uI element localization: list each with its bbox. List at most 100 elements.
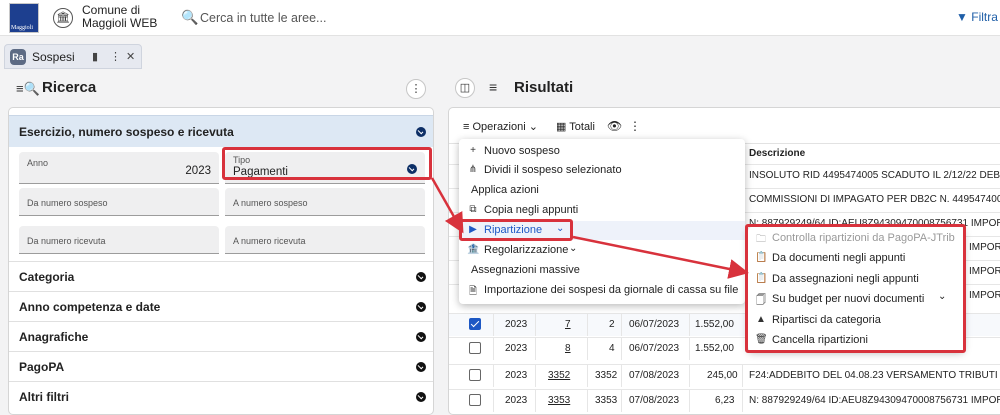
cell-data: 07/08/2023 <box>629 370 680 381</box>
cell-numero-link[interactable]: 8 <box>565 343 571 354</box>
menu-item-label: Regolarizzazione <box>484 244 569 256</box>
section-anno-competenza[interactable]: Anno competenza e date <box>9 291 433 321</box>
section-categoria[interactable]: Categoria <box>9 261 433 291</box>
operazioni-button[interactable]: ≡ Operazioni ⌄ <box>463 120 538 133</box>
cell-descrizione: IMPORTO <box>969 290 1000 301</box>
submenu-item-cancella[interactable]: 🗑 Cancella ripartizioni <box>748 330 964 350</box>
search-panel-title: Ricerca <box>42 79 97 96</box>
submenu-item-su-budget[interactable]: 🗍 Su budget per nuovi documenti ⌄ <box>748 289 964 309</box>
menu-item-label: Ripartizione <box>484 224 543 236</box>
cell-descrizione: COMMISSIONI DI IMPAGATO PER DB2C N. 4495… <box>749 194 1000 205</box>
table-row[interactable]: 2023 3353 3353 07/08/2023 6,23 N: 887929… <box>449 389 1000 412</box>
cell-ricevuta: 3353 <box>595 395 618 406</box>
eye-icon[interactable]: 👁 <box>607 119 622 133</box>
collapse-icon[interactable] <box>416 127 426 137</box>
totali-label: Totali <box>569 121 595 133</box>
menu-icon: ≡ <box>463 121 470 133</box>
section-label: Altri filtri <box>19 390 69 404</box>
menu-item-label: Da assegnazioni negli appunti <box>772 273 919 285</box>
clipboard-icon: 📋 <box>755 273 768 284</box>
expand-icon <box>416 302 426 312</box>
field-placeholder: Da numero ricevuta <box>27 236 106 246</box>
cell-numero-link[interactable]: 3353 <box>548 395 570 406</box>
cell-numero-link[interactable]: 3352 <box>548 370 570 381</box>
search-list-icon: ≡🔍 <box>16 81 40 96</box>
totali-button[interactable]: ▦ Totali <box>556 120 595 133</box>
row-checkbox[interactable] <box>469 318 481 330</box>
expand-icon <box>416 392 426 402</box>
menu-item-assegnazioni[interactable]: Assegnazioni massive <box>459 261 745 280</box>
chevron-down-icon: ⌄ <box>938 291 947 302</box>
distribute-icon: ▶ <box>469 224 477 235</box>
tipo-select[interactable]: Tipo Pagamenti <box>225 152 425 184</box>
tab-app-badge: Ra <box>10 49 26 65</box>
global-search-input[interactable] <box>200 6 800 30</box>
dropdown-icon <box>407 164 417 174</box>
menu-item-regolarizzazione[interactable]: 🏦 Regolarizzazione ⌄ <box>459 241 745 260</box>
chevron-down-icon: ⌄ <box>569 243 578 254</box>
menu-item-label: Copia negli appunti <box>484 204 579 216</box>
search-panel-more-button[interactable]: ⋮ <box>406 79 426 99</box>
chevron-down-icon: ⌄ <box>528 121 538 133</box>
bookmark-icon[interactable]: ▮ <box>92 50 98 63</box>
section-header-esercizio[interactable]: Esercizio, numero sospeso e ricevuta <box>9 115 433 147</box>
menu-item-nuovo-sospeso[interactable]: + Nuovo sospeso <box>459 142 745 161</box>
filter-button[interactable]: ▼ Filtra <box>956 10 998 24</box>
submenu-item-da-documenti[interactable]: 📋 Da documenti negli appunti <box>748 248 964 268</box>
section-altri-filtri[interactable]: Altri filtri <box>9 381 433 411</box>
operazioni-label: Operazioni <box>472 121 526 133</box>
column-header-descrizione[interactable]: Descrizione <box>749 148 805 159</box>
import-file-icon: 🗎 <box>468 286 478 297</box>
maggioli-logo[interactable]: Maggioli <box>9 3 39 33</box>
plus-icon: + <box>470 145 476 156</box>
town-hall-icon: 🏛 <box>53 8 73 28</box>
toggle-panel-button[interactable]: ◫ <box>455 78 475 98</box>
section-anagrafiche[interactable]: Anagrafiche <box>9 321 433 351</box>
cell-importo: 245,00 <box>707 370 738 381</box>
tab-sospesi[interactable]: Ra Sospesi ▮ ⋮ ✕ <box>4 44 142 69</box>
menu-item-ripartizione[interactable]: ▶ Ripartizione ⌄ <box>459 221 745 240</box>
anno-field[interactable]: Anno 2023 <box>19 152 219 184</box>
a-numero-ricevuta-field[interactable]: A numero ricevuta <box>225 226 425 254</box>
tab-more-icon[interactable]: ⋮ <box>110 50 121 63</box>
a-numero-sospeso-field[interactable]: A numero sospeso <box>225 188 425 216</box>
table-row[interactable]: 2023 3352 3352 07/08/2023 245,00 F24:ADD… <box>449 364 1000 387</box>
category-icon: ▲ <box>756 314 766 325</box>
row-checkbox[interactable] <box>469 394 481 406</box>
bank-icon: 🏦 <box>467 244 480 255</box>
tab-close-icon[interactable]: ✕ <box>126 50 135 63</box>
cell-anno: 2023 <box>505 319 528 330</box>
cell-numero-link[interactable]: 7 <box>565 319 571 330</box>
field-placeholder: A numero sospeso <box>233 198 308 208</box>
expand-icon <box>416 272 426 282</box>
search-icon: 🔍 <box>181 9 199 25</box>
submenu-item-controlla: 🗀 Controlla ripartizioni da PagoPA-JTrib <box>748 228 964 248</box>
cell-descrizione: N: 887929249/64 ID:AEU8Z9430947000875673… <box>749 395 1000 406</box>
menu-item-copia[interactable]: ⧉ Copia negli appunti <box>459 201 745 220</box>
trash-icon: 🗑 <box>755 334 768 345</box>
row-checkbox[interactable] <box>469 342 481 354</box>
section-pagopa[interactable]: PagoPA <box>9 351 433 381</box>
da-numero-ricevuta-field[interactable]: Da numero ricevuta <box>19 226 219 254</box>
menu-item-importazione[interactable]: 🗎 Importazione dei sospesi da giornale di… <box>459 281 745 300</box>
toolbar-more-icon[interactable]: ⋮ <box>629 119 641 133</box>
section-label: Categoria <box>19 270 75 284</box>
menu-item-dividi[interactable]: ⋔ Dividi il sospeso selezionato <box>459 161 745 180</box>
submenu-item-da-assegnazioni[interactable]: 📋 Da assegnazioni negli appunti <box>748 269 964 289</box>
cell-importo: 1.552,00 <box>695 343 734 354</box>
submenu-item-ripartisci-categoria[interactable]: ▲ Ripartisci da categoria <box>748 310 964 330</box>
cell-descrizione: IMPORTO <box>969 242 1000 253</box>
cell-descrizione: INSOLUTO RID 4495474005 SCADUTO IL 2/12/… <box>749 170 1000 181</box>
menu-item-label: Dividi il sospeso selezionato <box>484 164 622 176</box>
anno-value: 2023 <box>185 165 211 177</box>
menu-item-applica-azioni[interactable]: Applica azioni <box>459 181 745 200</box>
da-numero-sospeso-field[interactable]: Da numero sospeso <box>19 188 219 216</box>
section-label: PagoPA <box>19 360 65 374</box>
menu-item-label: Su budget per nuovi documenti <box>772 293 925 305</box>
copy-icon: ⧉ <box>469 204 477 215</box>
search-panel: Esercizio, numero sospeso e ricevuta Ann… <box>8 107 434 415</box>
row-checkbox[interactable] <box>469 369 481 381</box>
anno-label: Anno <box>27 158 49 168</box>
app-title: Comune di Maggioli WEB <box>82 3 158 30</box>
filter-label: Filtra <box>971 10 998 24</box>
